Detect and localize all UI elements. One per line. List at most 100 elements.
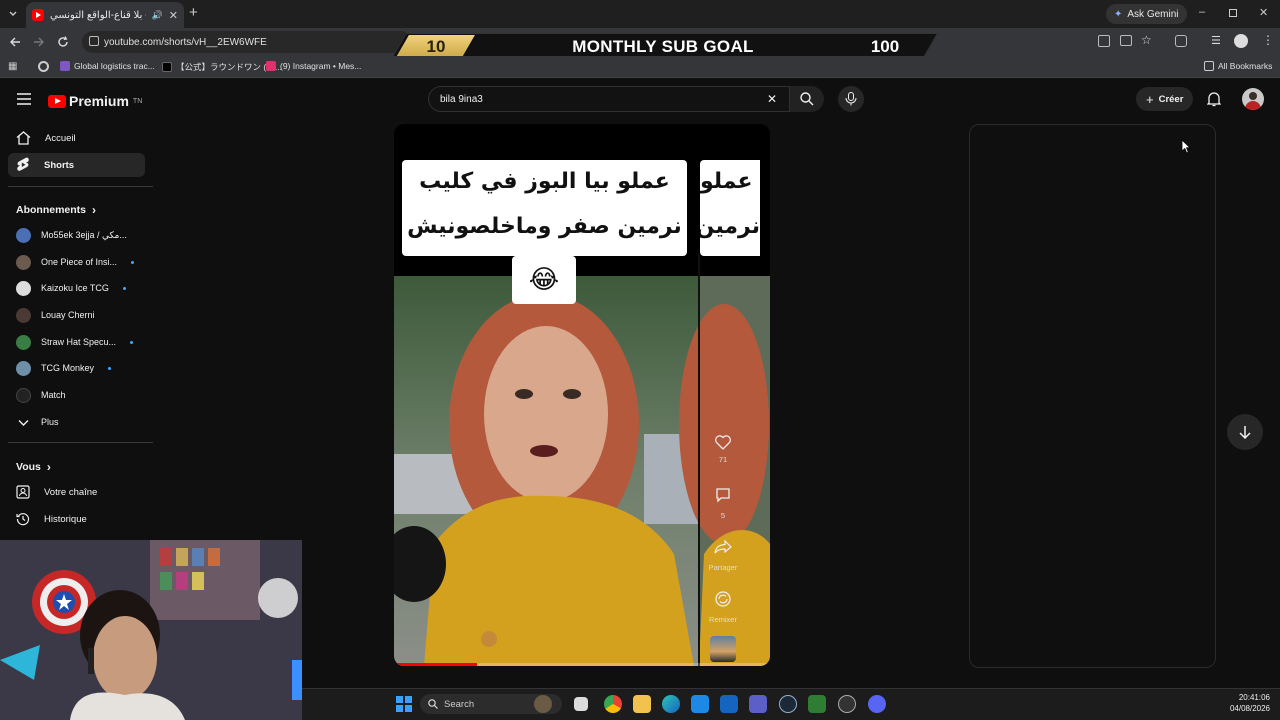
- mouse-cursor-icon: [1181, 139, 1191, 154]
- short-video-player[interactable]: عملو بيا البوز في كليب نرمين صفر وماخلصو…: [394, 124, 770, 666]
- apps-grid-icon[interactable]: ▦: [8, 61, 17, 72]
- browser-menu-icon[interactable]: ⋮: [1262, 33, 1274, 47]
- subscription-item[interactable]: Match: [8, 384, 145, 406]
- chrome-bookmark-icon[interactable]: [38, 61, 49, 72]
- share-button[interactable]: Partager: [708, 539, 738, 572]
- new-tab-button[interactable]: +: [189, 4, 198, 21]
- profile-avatar-icon[interactable]: [1234, 34, 1248, 48]
- media-controls-icon[interactable]: ☰: [1211, 34, 1221, 47]
- like-button[interactable]: 71: [708, 433, 738, 464]
- back-arrow-icon[interactable]: [9, 36, 21, 48]
- minimize-button[interactable]: –: [1199, 6, 1209, 18]
- remix-label: Remixer: [709, 615, 737, 624]
- hamburger-menu-icon[interactable]: [17, 93, 31, 105]
- windows-start-icon[interactable]: [396, 696, 412, 712]
- sidebar-item-label: Accueil: [45, 132, 76, 144]
- restore-button[interactable]: [1229, 9, 1237, 17]
- task-view-icon[interactable]: [574, 697, 588, 711]
- discord-icon[interactable]: [868, 695, 886, 713]
- bookmark-star-icon[interactable]: ☆: [1141, 33, 1152, 47]
- notifications-bell-icon[interactable]: [1207, 91, 1221, 107]
- edge-icon[interactable]: [662, 695, 680, 713]
- sidebar-item-label: Historique: [44, 513, 87, 525]
- subscriptions-title: Abonnements: [16, 204, 87, 216]
- subscription-label: Kaizoku Ice TCG: [41, 283, 109, 293]
- create-button[interactable]: + Créer: [1136, 87, 1194, 111]
- taskbar-clock[interactable]: 20:41:06 04/08/2026: [1206, 692, 1270, 714]
- sidebar-divider: [8, 442, 153, 443]
- all-bookmarks-button[interactable]: All Bookmarks: [1204, 61, 1272, 71]
- ask-gemini-button[interactable]: ✦ Ask Gemini: [1106, 4, 1187, 24]
- sound-thumbnail[interactable]: [710, 636, 736, 662]
- video-progress-track[interactable]: [394, 663, 770, 666]
- sidebar: Accueil Shorts Abonnements › Mo55ek 3ejj…: [0, 120, 154, 540]
- outlook-icon[interactable]: [720, 695, 738, 713]
- comments-button[interactable]: 5: [708, 487, 738, 520]
- show-more-button[interactable]: Plus: [8, 411, 145, 433]
- clear-search-icon[interactable]: ✕: [767, 92, 777, 106]
- close-window-button[interactable]: ✕: [1259, 6, 1268, 19]
- sidebar-item-shorts[interactable]: Shorts: [8, 153, 145, 177]
- chevron-down-icon: [18, 419, 29, 426]
- teams-icon[interactable]: [749, 695, 767, 713]
- gemini-sparkle-icon: ✦: [1114, 8, 1123, 20]
- next-short-button[interactable]: [1227, 414, 1263, 450]
- side-caption-line-2: نرمين: [700, 214, 760, 239]
- store-icon[interactable]: [691, 695, 709, 713]
- browser-tab-active[interactable]: بلا قناع-الواقع التونسي - YouTube 🔊 ✕: [26, 2, 184, 28]
- chrome-icon[interactable]: [604, 695, 622, 713]
- voice-search-button[interactable]: [838, 86, 864, 112]
- subscriptions-heading[interactable]: Abonnements ›: [16, 203, 96, 217]
- taskbar-search-box[interactable]: Search: [420, 694, 562, 714]
- x-logo-icon: [162, 62, 172, 72]
- subscription-item[interactable]: One Piece of Insi...: [8, 251, 145, 273]
- translate-icon[interactable]: [1098, 35, 1110, 47]
- sidebar-item-history[interactable]: Historique: [8, 507, 145, 531]
- channel-avatar: [16, 387, 31, 403]
- app-icon[interactable]: [808, 695, 826, 713]
- subscription-item[interactable]: Straw Hat Specu...: [8, 331, 145, 353]
- new-content-dot: [130, 340, 134, 344]
- tab-close-icon[interactable]: ✕: [169, 9, 178, 22]
- sidebar-item-your-channel[interactable]: Votre chaîne: [8, 480, 145, 504]
- extensions-icon[interactable]: [1175, 35, 1187, 47]
- bookmark-item[interactable]: 【公式】ラウンドワン (@...: [162, 61, 282, 73]
- sub-goal-title: MONTHLY SUB GOAL: [572, 37, 754, 56]
- media-player-icon[interactable]: [838, 695, 856, 713]
- forward-arrow-icon[interactable]: [33, 36, 45, 48]
- subscription-item[interactable]: Kaizoku Ice TCG: [8, 277, 145, 299]
- reload-icon[interactable]: [57, 36, 69, 48]
- address-bar[interactable]: youtube.com/shorts/vH__2EW6WFE: [82, 31, 412, 53]
- subscription-item[interactable]: Mo55ek 3ejja / مكي...: [8, 224, 145, 246]
- site-info-icon[interactable]: [89, 36, 99, 46]
- clock-date: 04/08/2026: [1229, 704, 1270, 713]
- install-app-icon[interactable]: [1120, 35, 1132, 46]
- youtube-premium-logo[interactable]: Premium TN: [48, 93, 142, 109]
- search-button[interactable]: [790, 86, 824, 112]
- sub-goal-target: 100: [870, 37, 900, 56]
- remix-button[interactable]: Remixer: [708, 590, 738, 624]
- browser-tab-strip: بلا قناع-الواقع التونسي - YouTube 🔊 ✕ + …: [0, 0, 1280, 28]
- subscription-item[interactable]: Louay Cherni: [8, 304, 145, 326]
- bookmark-item[interactable]: Global logistics trac...: [60, 61, 155, 71]
- file-explorer-icon[interactable]: [633, 695, 651, 713]
- steam-icon[interactable]: [779, 695, 797, 713]
- webcam-feed: [0, 540, 302, 720]
- tab-search-icon[interactable]: [6, 7, 20, 21]
- arrow-down-icon: [1239, 426, 1251, 439]
- tab-title: بلا قناع-الواقع التونسي - YouTube: [50, 9, 146, 21]
- sidebar-item-home[interactable]: Accueil: [8, 126, 145, 150]
- search-input[interactable]: bila 9ina3 ✕: [428, 86, 790, 112]
- channel-avatar: [16, 280, 31, 296]
- account-avatar[interactable]: [1242, 88, 1264, 110]
- bookmark-item[interactable]: (9) Instagram • Mes...: [266, 61, 361, 71]
- bookmark-label: Global logistics trac...: [74, 61, 155, 71]
- youtube-favicon-icon: [32, 9, 44, 21]
- tab-audio-icon[interactable]: 🔊: [152, 10, 163, 21]
- subscription-item[interactable]: TCG Monkey: [8, 357, 145, 379]
- you-heading[interactable]: Vous ›: [16, 460, 51, 474]
- channel-avatar: [16, 254, 31, 270]
- video-caption: عملو بيا البوز في كليب نرمين صفر وماخلصو…: [402, 160, 687, 256]
- like-count: 71: [718, 455, 728, 464]
- address-url: youtube.com/shorts/vH__2EW6WFE: [104, 36, 267, 48]
